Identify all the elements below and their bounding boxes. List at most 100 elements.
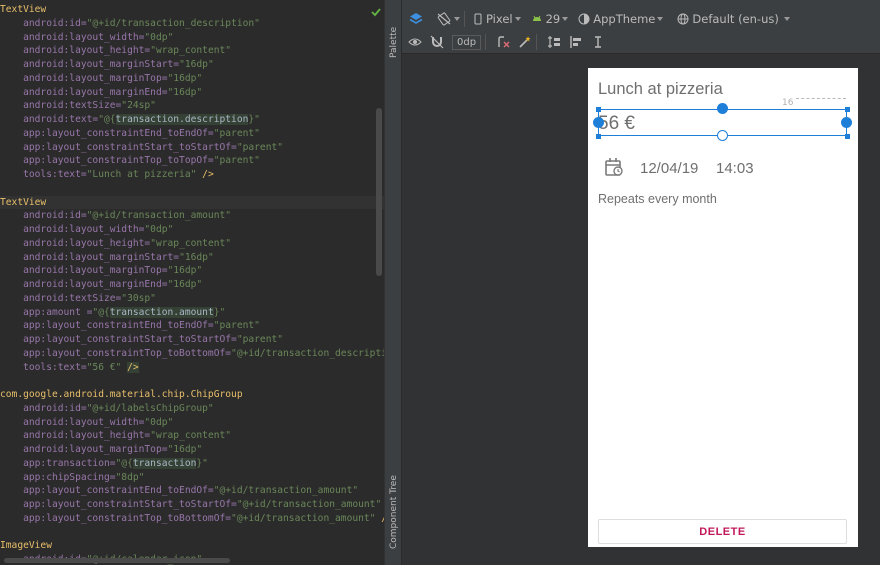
code-token: android:layout_height=: [0, 45, 151, 57]
code-line[interactable]: app:amount ="@{transaction.amount}": [0, 306, 384, 320]
code-token: TextView: [0, 196, 47, 208]
code-line[interactable]: app:layout_constraintEnd_toEndOf="@+id/t…: [0, 484, 384, 498]
code-lines[interactable]: TextView android:id="@+id/transaction_de…: [0, 3, 384, 565]
delete-button[interactable]: DELETE: [598, 519, 847, 544]
component-tree-tab[interactable]: Component Tree: [385, 466, 403, 558]
code-token: android:layout_marginStart=: [0, 59, 180, 70]
code-token: app:layout_constraintTop_toBottomOf=: [0, 512, 232, 524]
code-line[interactable]: app:layout_constraintTop_toBottomOf="@+i…: [0, 512, 384, 526]
code-token: android:layout_width=: [0, 224, 145, 235]
autoconnect-toggle[interactable]: [430, 35, 444, 49]
code-line[interactable]: app:layout_constraintStart_toStartOf="pa…: [0, 141, 384, 155]
code-line[interactable]: android:layout_width="0dp": [0, 31, 384, 45]
code-token: "@+id/labelsChipGroup": [86, 402, 214, 414]
end-constraint-anchor[interactable]: [841, 117, 852, 128]
code-token: app:transaction=: [0, 457, 116, 469]
transaction-time-text[interactable]: 14:03: [716, 160, 754, 177]
repeat-frequency-text[interactable]: Repeats every month: [598, 192, 717, 206]
code-line[interactable]: app:layout_constraintEnd_toEndOf="parent…: [0, 319, 384, 333]
code-line[interactable]: app:layout_constraintStart_toStartOf="@+…: [0, 498, 384, 512]
code-line[interactable]: android:layout_height="wrap_content": [0, 429, 384, 443]
code-line[interactable]: android:text="@{transaction.description}…: [0, 113, 384, 127]
code-token: app:layout_constraintEnd_toEndOf=: [0, 127, 214, 139]
code-token: android:textSize=: [0, 100, 122, 112]
code-token: app:layout_constraintEnd_toEndOf=: [0, 320, 214, 332]
layers-button[interactable]: [408, 11, 424, 27]
editor-vertical-scrollbar[interactable]: [376, 108, 382, 276]
clear-constraints-button[interactable]: [496, 35, 510, 49]
code-line[interactable]: tools:text="Lunch at pizzeria" />: [0, 168, 384, 182]
code-line[interactable]: [0, 374, 384, 388]
code-line[interactable]: app:layout_constraintTop_toBottomOf="@+i…: [0, 347, 384, 361]
theme-selector[interactable]: AppTheme: [578, 12, 664, 26]
code-line[interactable]: android:id="@+id/labelsChipGroup": [0, 402, 384, 416]
top-constraint-anchor[interactable]: [717, 103, 728, 114]
design-toolbar-primary: Pixel 29 AppTheme Default (en-us): [402, 7, 880, 31]
transaction-date-text[interactable]: 12/04/19: [640, 160, 698, 177]
code-token: "16dp": [167, 444, 203, 455]
view-options-button[interactable]: [408, 36, 422, 48]
code-line[interactable]: android:layout_marginStart="16dp": [0, 251, 384, 265]
code-token: android:textSize=: [0, 292, 122, 304]
resize-handle-top-left[interactable]: [596, 107, 601, 112]
resize-handle-bottom-left[interactable]: [596, 134, 601, 139]
code-token: "0dp": [144, 224, 174, 235]
code-line[interactable]: app:transaction="@{transaction}": [0, 457, 384, 471]
code-line[interactable]: android:layout_marginStart="16dp": [0, 58, 384, 72]
start-constraint-anchor[interactable]: [593, 117, 604, 128]
code-token: android:layout_marginTop=: [0, 72, 168, 84]
globe-icon: [677, 13, 689, 25]
code-token: android:id=: [0, 210, 87, 222]
palette-tab[interactable]: Palette: [385, 12, 403, 72]
code-line[interactable]: ImageView: [0, 539, 384, 553]
infer-constraints-button[interactable]: [518, 35, 532, 49]
orientation-button[interactable]: [436, 11, 460, 27]
chevron-down-icon: [454, 17, 460, 21]
resize-handle-bottom-right[interactable]: [845, 134, 850, 139]
bottom-constraint-anchor[interactable]: [717, 130, 728, 141]
code-line[interactable]: android:layout_height="wrap_content": [0, 44, 384, 58]
pack-button[interactable]: [547, 35, 561, 49]
design-toolbar-secondary: 0dp: [402, 31, 880, 54]
api-level-selector[interactable]: 29: [531, 12, 569, 26]
code-line[interactable]: android:layout_marginTop="16dp": [0, 264, 384, 278]
xml-code-editor[interactable]: TextView android:id="@+id/transaction_de…: [0, 0, 384, 565]
code-line[interactable]: android:layout_width="0dp": [0, 223, 384, 237]
code-line[interactable]: android:layout_marginTop="16dp": [0, 72, 384, 86]
code-line[interactable]: android:layout_marginEnd="16dp": [0, 278, 384, 292]
code-line[interactable]: app:layout_constraintTop_toTopOf="parent…: [0, 154, 384, 168]
code-line[interactable]: app:chipSpacing="8dp": [0, 471, 384, 485]
code-line[interactable]: [0, 182, 384, 196]
code-line[interactable]: tools:text="56 €" />: [0, 361, 384, 375]
code-token: ImageView: [0, 540, 52, 552]
code-token: "0dp": [144, 416, 174, 428]
code-line[interactable]: [0, 526, 384, 540]
code-line[interactable]: android:textSize="30sp": [0, 292, 384, 306]
code-line[interactable]: android:layout_height="wrap_content": [0, 237, 384, 251]
locale-selector[interactable]: Default (en-us): [677, 12, 790, 26]
code-line[interactable]: android:textSize="24sp": [0, 99, 384, 113]
transaction-description-text[interactable]: Lunch at pizzeria: [598, 80, 723, 99]
align-button[interactable]: [569, 35, 583, 49]
code-line[interactable]: android:id="@+id/transaction_description…: [0, 17, 384, 31]
guidelines-button[interactable]: [591, 35, 605, 49]
code-token: android:layout_height=: [0, 430, 151, 442]
chevron-down-icon: [657, 17, 664, 21]
code-line[interactable]: app:layout_constraintEnd_toEndOf="parent…: [0, 127, 384, 141]
code-line[interactable]: TextView: [0, 3, 384, 17]
code-token: "56 €": [86, 361, 128, 373]
code-line[interactable]: android:layout_marginEnd="16dp": [0, 86, 384, 100]
code-line[interactable]: com.google.android.material.chip.ChipGro…: [0, 388, 384, 402]
guideline-icon: [595, 36, 602, 48]
code-line[interactable]: android:layout_marginTop="16dp": [0, 443, 384, 457]
editor-horizontal-scrollbar[interactable]: [4, 558, 230, 563]
code-line[interactable]: android:layout_width="0dp": [0, 416, 384, 430]
code-line[interactable]: android:id="@+id/transaction_amount": [0, 209, 384, 223]
resize-handle-top-right[interactable]: [845, 107, 850, 112]
code-token: "24sp": [121, 100, 156, 112]
code-token: }": [196, 457, 208, 469]
code-line[interactable]: app:layout_constraintStart_toStartOf="pa…: [0, 333, 384, 347]
device-selector[interactable]: Pixel: [473, 12, 521, 26]
default-margin-selector[interactable]: 0dp: [452, 34, 482, 50]
code-line[interactable]: TextView: [0, 195, 384, 210]
